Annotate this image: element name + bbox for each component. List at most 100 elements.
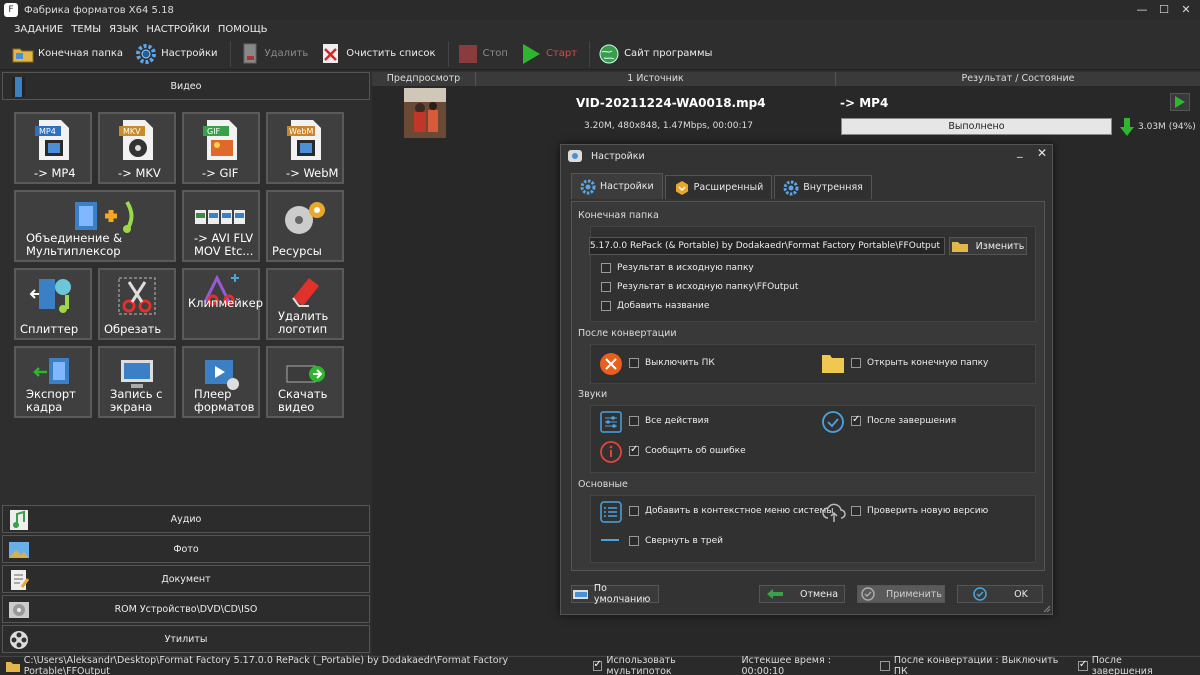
checkbox[interactable] — [601, 263, 611, 273]
start-button[interactable]: Старт — [520, 40, 577, 68]
play-output-button[interactable] — [1170, 93, 1190, 111]
col-preview[interactable]: Предпросмотр — [372, 72, 476, 86]
tile-export-frame[interactable]: Экспорт кадра — [14, 346, 92, 418]
default-button[interactable]: По умолчанию — [571, 583, 659, 605]
file-info: 3.20M, 480x848, 1.47Mbps, 00:00:17 — [584, 121, 753, 131]
after-conversion-checkbox[interactable] — [880, 661, 890, 671]
opt-context-menu[interactable]: Добавить в контекстное меню системы — [629, 506, 833, 516]
stop-icon — [457, 43, 479, 65]
checkbox[interactable] — [629, 416, 639, 426]
checkbox[interactable] — [629, 536, 639, 546]
tile-to-avi-flv-mov[interactable]: -> AVI FLV MOV Etc... — [182, 190, 260, 262]
tile-to-mp4[interactable]: MP4 -> MP4 — [14, 112, 92, 184]
shutdown-icon — [600, 353, 622, 375]
opt-add-name[interactable]: Добавить название — [601, 301, 709, 311]
category-document[interactable]: Документ — [2, 565, 370, 593]
website-label: Сайт программы — [624, 48, 713, 59]
tile-download-video[interactable]: Скачать видео — [266, 346, 344, 418]
menu-themes[interactable]: ТЕМЫ — [71, 24, 101, 35]
tile-to-mkv[interactable]: MKV -> MKV — [98, 112, 176, 184]
category-photo[interactable]: Фото — [2, 535, 370, 563]
status-output-path[interactable]: C:\Users\Aleksandr\Desktop\Format Factor… — [24, 655, 587, 675]
change-folder-button[interactable]: Изменить — [949, 237, 1027, 255]
menu-settings[interactable]: НАСТРОЙКИ — [146, 24, 209, 35]
tab-internal[interactable]: Внутренняя — [774, 175, 872, 199]
tile-crop[interactable]: Обрезать — [98, 268, 176, 340]
play-icon — [520, 43, 542, 65]
multithread-checkbox[interactable] — [592, 659, 603, 671]
tab-advanced[interactable]: Расширенный — [664, 175, 773, 199]
app-icon: F — [4, 3, 18, 17]
opt-check-version[interactable]: Проверить новую версию — [851, 506, 988, 516]
start-label: Старт — [545, 48, 578, 59]
checkbox[interactable] — [601, 301, 611, 311]
col-source[interactable]: 1 Источник — [476, 72, 836, 86]
cancel-button[interactable]: Отмена — [759, 585, 845, 603]
tile-resources[interactable]: Ресурсы — [266, 190, 344, 262]
output-folder-button[interactable]: Конечная папка — [12, 40, 123, 68]
output-path-input[interactable]: Format Factory 5.17.0.0 RePack (& Portab… — [589, 237, 945, 255]
dialog-minimize-button[interactable]: _ — [1017, 145, 1023, 158]
opt-context-menu-label: Добавить в контекстное меню системы — [645, 506, 834, 516]
category-audio[interactable]: Аудио — [2, 505, 370, 533]
task-list-header: Предпросмотр 1 Источник Результат / Сост… — [372, 72, 1200, 86]
close-button[interactable]: ✕ — [1172, 0, 1200, 20]
opt-minimize-tray[interactable]: Свернуть в трей — [629, 536, 723, 546]
tile-remove-logo[interactable]: Удалить логотип — [266, 268, 344, 340]
task-row[interactable]: VID-20211224-WA0018.mp4 3.20M, 480x848, … — [372, 86, 1200, 142]
checkbox[interactable] — [851, 414, 861, 426]
opt-result-source-ffoutput[interactable]: Результат в исходную папку\FFOutput — [601, 282, 798, 292]
category-video[interactable]: Видео — [2, 72, 370, 100]
checkbox[interactable] — [629, 444, 639, 456]
tile-screen-record[interactable]: Запись с экрана — [98, 346, 176, 418]
tile-to-gif[interactable]: GIF -> GIF — [182, 112, 260, 184]
ok-button[interactable]: OK — [957, 585, 1043, 603]
checkbox[interactable] — [629, 358, 639, 368]
resize-grip-icon[interactable] — [1043, 605, 1051, 613]
opt-open-folder[interactable]: Открыть конечную папку — [851, 358, 988, 368]
minimize-tray-icon — [601, 539, 619, 541]
check-circle-icon — [822, 411, 844, 433]
tile-format-player[interactable]: Плеер форматов — [182, 346, 260, 418]
col-result[interactable]: Результат / Состояние — [836, 72, 1200, 86]
category-rom-device[interactable]: ROM Устройство\DVD\CD\ISO — [2, 595, 370, 623]
tile-merge-multiplexer[interactable]: Объединение & Мультиплексор — [14, 190, 176, 262]
menu-language[interactable]: ЯЗЫК — [109, 24, 138, 35]
dialog-close-button[interactable]: ✕ — [1037, 146, 1047, 160]
tab-internal-label: Внутренняя — [803, 182, 863, 193]
settings-button[interactable]: Настройки — [135, 40, 218, 68]
tab-settings[interactable]: Настройки — [571, 173, 663, 199]
opt-all-actions[interactable]: Все действия — [629, 416, 709, 426]
after-completion-checkbox[interactable] — [1077, 659, 1088, 671]
delete-button[interactable]: Удалить — [239, 40, 308, 68]
tile-clipmaker[interactable]: Клипмейкер — [182, 268, 263, 340]
category-utilities[interactable]: Утилиты — [2, 625, 370, 653]
check-circle-icon — [861, 587, 875, 601]
change-folder-label: Изменить — [975, 240, 1025, 252]
checkbox[interactable] — [601, 282, 611, 292]
opt-after-complete[interactable]: После завершения — [851, 414, 956, 426]
reset-icon — [573, 590, 588, 599]
clear-list-label: Очистить список — [346, 48, 436, 59]
website-button[interactable]: Сайт программы — [598, 40, 712, 68]
splitter-icon — [16, 274, 90, 318]
apply-button[interactable]: Применить — [857, 585, 945, 603]
menu-help[interactable]: ПОМОЩЬ — [218, 24, 268, 35]
svg-text:GIF: GIF — [207, 127, 221, 136]
cancel-button-label: Отмена — [799, 588, 839, 600]
tile-splitter[interactable]: Сплиттер — [14, 268, 92, 340]
checkbox[interactable] — [851, 358, 861, 368]
checkbox[interactable] — [851, 506, 861, 516]
stop-button[interactable]: Стоп — [457, 40, 508, 68]
opt-shutdown-pc[interactable]: Выключить ПК — [629, 358, 715, 368]
category-utilities-label: Утилиты — [164, 633, 208, 645]
clear-list-button[interactable]: Очистить список — [320, 40, 436, 68]
tile-to-webm[interactable]: WebM -> WebM — [266, 112, 344, 184]
opt-report-error[interactable]: Сообщить об ошибке — [629, 444, 746, 456]
delete-file-icon — [239, 43, 261, 65]
apply-button-label: Применить — [886, 588, 942, 600]
menu-task[interactable]: ЗАДАНИЕ — [14, 24, 63, 35]
result-percent: (94%) — [1168, 122, 1196, 132]
opt-result-source-folder[interactable]: Результат в исходную папку — [601, 263, 754, 273]
checkbox[interactable] — [629, 506, 639, 516]
